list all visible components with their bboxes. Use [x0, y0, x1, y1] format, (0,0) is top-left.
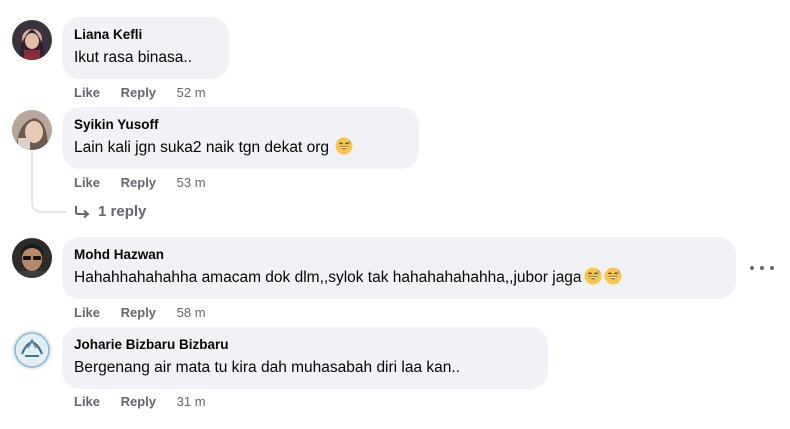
like-button[interactable]: Like: [74, 393, 100, 411]
reply-button[interactable]: Reply: [121, 174, 156, 192]
comment-bubble: Syikin Yusoff Lain kali jgn suka2 naik t…: [62, 107, 419, 169]
comment-bubble: Liana Kefli Ikut rasa binasa..: [62, 17, 229, 79]
view-replies-link[interactable]: 1 reply: [74, 202, 146, 222]
comment-text: Bergenang air mata tu kira dah muhasabah…: [74, 359, 461, 376]
grinning-sweat-emoji: [335, 137, 353, 155]
reply-button[interactable]: Reply: [121, 304, 156, 322]
comment-author[interactable]: Syikin Yusoff: [74, 116, 405, 134]
comment-actions: Like Reply 58 m: [74, 304, 223, 322]
avatar[interactable]: [12, 110, 52, 150]
comment-actions: Like Reply 53 m: [74, 174, 223, 192]
comment-bubble: Mohd Hazwan Hahahhahahahha amacam dok dl…: [62, 237, 736, 299]
comment-author[interactable]: Liana Kefli: [74, 26, 215, 44]
comment-bubble: Joharie Bizbaru Bizbaru Bergenang air ma…: [62, 327, 548, 389]
grinning-sweat-emoji: [584, 267, 602, 285]
like-button[interactable]: Like: [74, 84, 100, 102]
comment-timestamp[interactable]: 58 m: [177, 304, 206, 322]
avatar[interactable]: [12, 330, 52, 370]
comment-author[interactable]: Joharie Bizbaru Bizbaru: [74, 336, 534, 354]
grinning-sweat-emoji: [604, 267, 622, 285]
comment-timestamp[interactable]: 52 m: [177, 84, 206, 102]
more-options-icon[interactable]: [750, 258, 774, 278]
reply-arrow-icon: [75, 206, 90, 219]
avatar[interactable]: [12, 20, 52, 60]
reply-button[interactable]: Reply: [121, 84, 156, 102]
comment-text: Hahahhahahahha amacam dok dlm,,sylok tak…: [74, 267, 722, 289]
comment-actions: Like Reply 31 m: [74, 393, 223, 411]
comment-timestamp[interactable]: 53 m: [177, 174, 206, 192]
like-button[interactable]: Like: [74, 304, 100, 322]
comment-text: Ikut rasa binasa..: [74, 49, 193, 66]
comment-timestamp[interactable]: 31 m: [177, 393, 206, 411]
reply-button[interactable]: Reply: [121, 393, 156, 411]
like-button[interactable]: Like: [74, 174, 100, 192]
comment-actions: Like Reply 52 m: [74, 84, 223, 102]
comment-text: Lain kali jgn suka2 naik tgn dekat org: [74, 137, 405, 159]
replies-count: 1 reply: [98, 203, 147, 220]
comment-author[interactable]: Mohd Hazwan: [74, 246, 722, 264]
avatar[interactable]: [12, 238, 52, 278]
thread-connector: [31, 151, 67, 213]
